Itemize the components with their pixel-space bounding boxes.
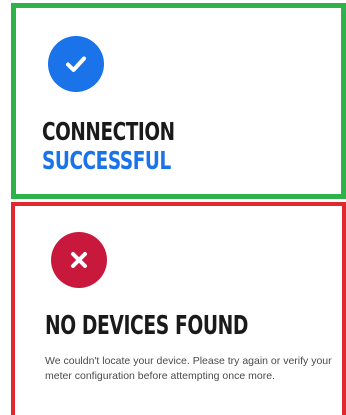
checkmark-icon [48, 36, 104, 92]
success-title-line1: CONNECTION [42, 117, 175, 146]
close-icon [51, 232, 107, 288]
error-message: We couldn't locate your device. Please t… [45, 355, 332, 382]
success-title-line2: SUCCESSFUL [42, 145, 171, 175]
no-devices-card: NO DEVICES FOUND We couldn't locate your… [11, 202, 346, 415]
success-title: CONNECTION SUCCESSFUL [42, 117, 175, 176]
status-cards: CONNECTION SUCCESSFUL NO DEVICES FOUND W… [0, 0, 346, 415]
connection-success-card: CONNECTION SUCCESSFUL [11, 3, 346, 199]
error-title: NO DEVICES FOUND [45, 311, 249, 341]
